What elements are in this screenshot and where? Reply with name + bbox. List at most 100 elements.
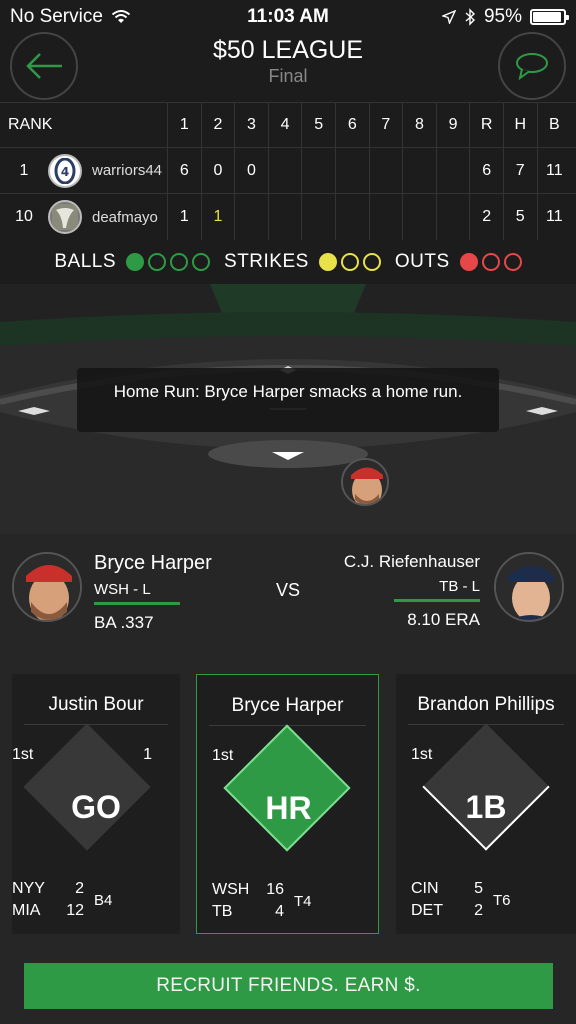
at-bat-card[interactable]: Brandon Phillips 1st 1B CIN 5 DET 2 T6 <box>396 674 576 934</box>
table-row[interactable]: 10 deafmayo 1 1 2 5 11 <box>0 194 576 240</box>
result-diamond <box>422 723 550 851</box>
svg-text:4: 4 <box>61 165 69 179</box>
at-bat-card[interactable]: Justin Bour 1st 1 GO NYY 2 MIA 12 B4 <box>12 674 180 934</box>
rank-value: 10 <box>15 208 33 225</box>
inning-header: 9 <box>437 103 471 147</box>
game-status: Final <box>268 66 308 86</box>
battery-icon <box>530 9 569 25</box>
pitcher-avatar[interactable] <box>494 552 564 622</box>
out-dot <box>503 253 522 271</box>
inning-header: 4 <box>269 103 303 147</box>
bluetooth-icon <box>465 8 475 26</box>
game-inning: T4 <box>294 893 312 910</box>
ball-dot <box>126 253 145 271</box>
at-bat-card-current[interactable]: Bryce Harper 1st HR WSH 16 TB 4 T4 <box>196 674 379 934</box>
strike-dot <box>340 253 359 271</box>
inning-score <box>437 148 471 193</box>
inning-header: 5 <box>302 103 336 147</box>
inning-header: 1 <box>168 103 202 147</box>
card-inning: 1st <box>411 746 433 763</box>
inning-header: 7 <box>370 103 404 147</box>
location-arrow-icon <box>441 10 456 24</box>
battery-percent: 95% <box>483 6 522 27</box>
strike-dot <box>362 253 381 271</box>
inning-score <box>437 194 471 240</box>
team-runs: 4 <box>275 903 284 920</box>
runs-total: 6 <box>470 148 504 193</box>
inning-score <box>403 194 437 240</box>
ball-dot <box>192 253 211 271</box>
ball-dot <box>170 253 189 271</box>
runs-total: 2 <box>470 194 504 240</box>
team-runs: 2 <box>75 880 84 897</box>
batter-position-avatar <box>341 458 389 506</box>
card-outs: 1 <box>143 746 152 763</box>
card-player-name: Justin Bour <box>48 694 144 715</box>
scoreboard-header-row: RANK 1 2 3 4 5 6 7 8 9 R H B <box>0 102 576 148</box>
card-line-score: WSH 16 TB 4 <box>212 879 284 923</box>
inning-score <box>302 194 336 240</box>
inning-score: 0 <box>202 148 236 193</box>
bases-total: 11 <box>546 208 563 225</box>
inning-score <box>235 194 269 240</box>
balls-indicator: BALLS <box>54 251 211 273</box>
inning-score <box>269 148 303 193</box>
status-bar: No Service 11:03 AM 95% <box>0 0 576 32</box>
count-bar: BALLS STRIKES OUTS <box>0 240 576 284</box>
balls-label: BALLS <box>54 251 117 272</box>
vs-label: VS <box>275 580 300 600</box>
strikes-indicator: STRIKES <box>224 251 381 273</box>
card-line-score: NYY 2 MIA 12 <box>12 878 84 922</box>
inning-header: 6 <box>336 103 370 147</box>
hits-header: H <box>504 103 538 147</box>
header: $50 LEAGUE Final <box>0 32 576 102</box>
bases-total: 11 <box>546 161 563 179</box>
batter-underline <box>94 602 180 605</box>
strike-dot <box>318 253 337 271</box>
ball-dot <box>148 253 167 271</box>
card-player-name: Brandon Phillips <box>417 694 555 715</box>
chat-button[interactable] <box>498 32 566 100</box>
play-description: Home Run: Bryce Harper smacks a home run… <box>77 368 499 432</box>
pitcher-info: C.J. Riefenhauser TB - L 8.10 ERA <box>344 552 480 630</box>
bases-header: B <box>548 116 560 133</box>
hits-total: 7 <box>504 148 538 193</box>
card-line-score: CIN 5 DET 2 <box>411 878 483 922</box>
matchup-panel: Bryce Harper WSH - L BA .337 VS C.J. Rie… <box>0 534 576 654</box>
inning-header: 8 <box>403 103 437 147</box>
inning-score: 1 <box>168 194 202 240</box>
table-row[interactable]: 1 4 warriors44 6 0 0 6 7 11 <box>0 148 576 194</box>
avatar: 4 <box>48 153 82 188</box>
team-abbr: NYY <box>12 880 45 897</box>
out-dot <box>459 253 478 271</box>
team-abbr: TB <box>212 903 233 920</box>
team-name: deafmayo <box>92 208 158 226</box>
inning-score <box>269 194 303 240</box>
team-abbr: MIA <box>12 902 41 919</box>
card-result: HR <box>265 790 312 826</box>
team-runs: 12 <box>66 902 84 919</box>
pitcher-underline <box>394 599 480 602</box>
team-abbr: CIN <box>411 880 439 897</box>
team-logo-icon <box>52 204 78 230</box>
inning-score <box>370 148 404 193</box>
recruit-friends-button[interactable]: RECRUIT FRIENDS. EARN $. <box>24 963 553 1009</box>
card-result: 1B <box>465 789 507 825</box>
divider <box>24 724 168 725</box>
card-result: GO <box>71 789 121 825</box>
inning-score <box>302 148 336 193</box>
avatar <box>48 200 82 234</box>
result-diamond <box>23 723 151 851</box>
page-title: $50 LEAGUE <box>212 36 364 64</box>
strikes-label: STRIKES <box>224 251 309 272</box>
team-runs: 16 <box>266 881 284 898</box>
team-abbr: DET <box>411 902 443 919</box>
inning-header: 3 <box>235 103 269 147</box>
scoreboard: RANK 1 2 3 4 5 6 7 8 9 R H B 1 4 warrior… <box>0 102 576 240</box>
hits-total: 5 <box>504 194 538 240</box>
ballpark-field: Home Run: Bryce Harper smacks a home run… <box>0 284 576 534</box>
runs-header: R <box>470 103 504 147</box>
chat-bubble-icon <box>516 53 548 80</box>
team-runs: 2 <box>474 902 483 919</box>
batter-stat: BA .337 <box>94 613 154 632</box>
